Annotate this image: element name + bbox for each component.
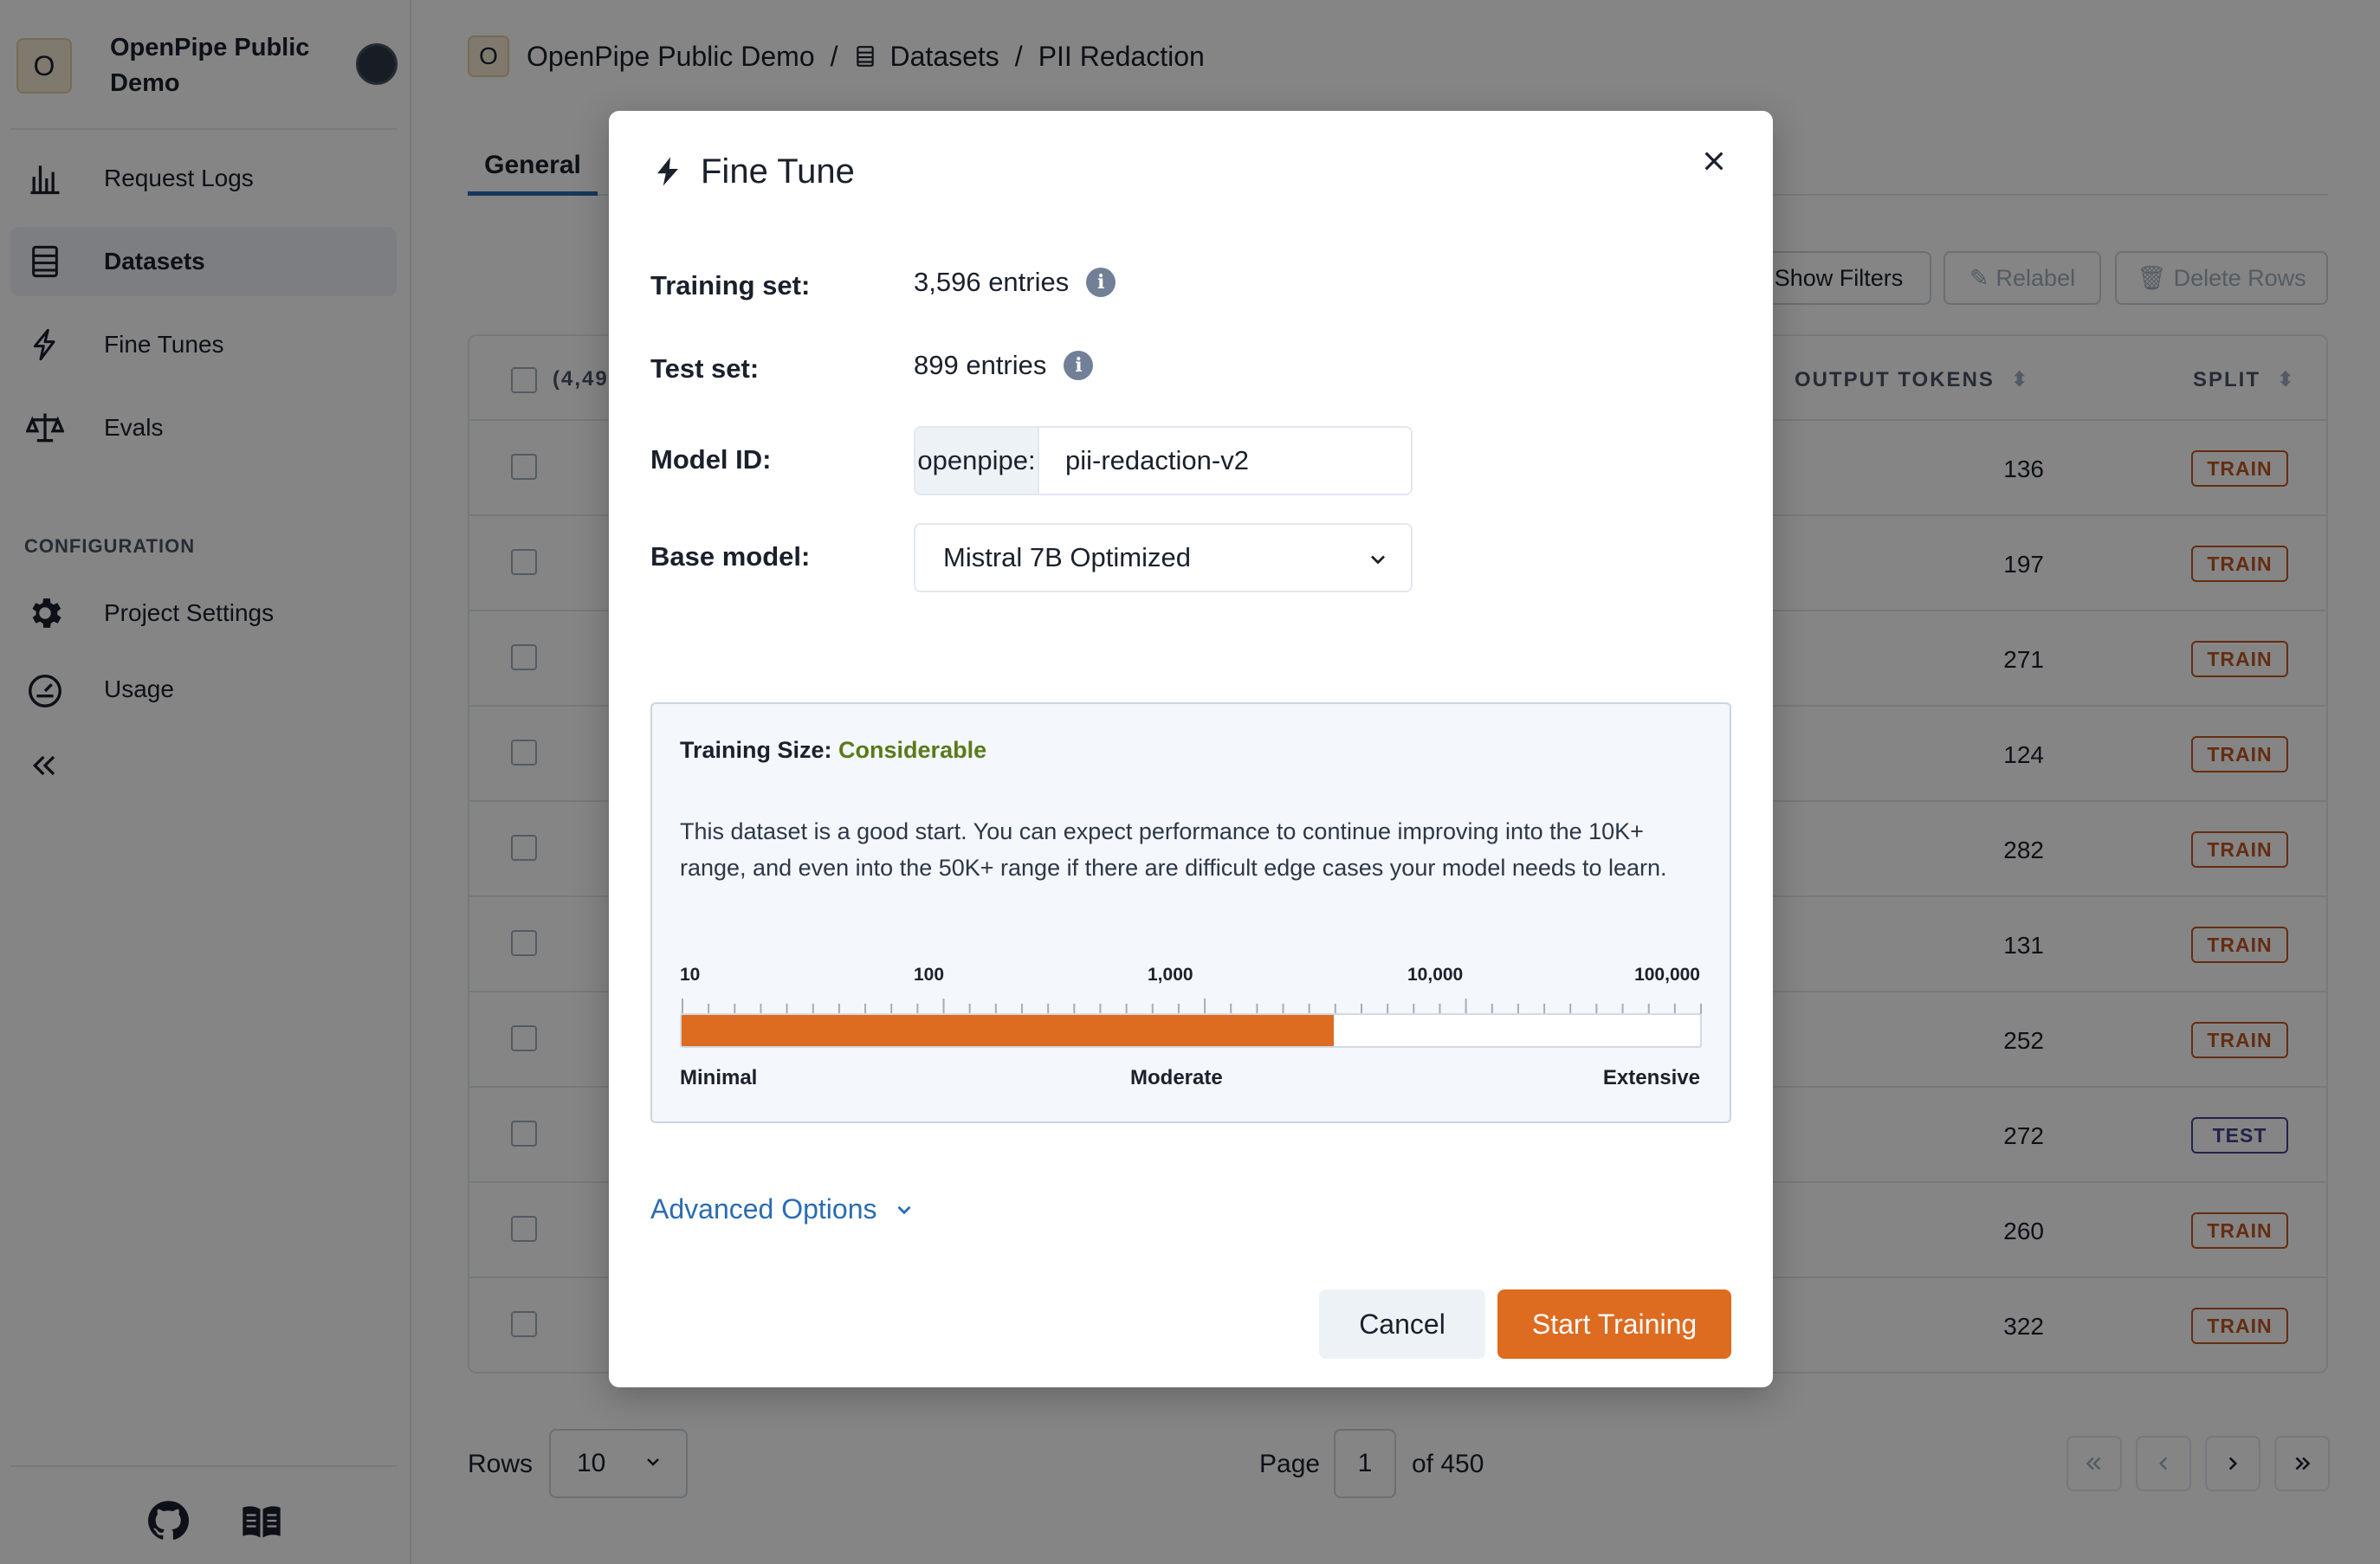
modal-title-text: Fine Tune [701, 152, 855, 191]
model-id-input[interactable] [1039, 428, 1411, 494]
test-set-value: 899 entries i [914, 350, 1094, 381]
scale-label: 10 [680, 965, 701, 985]
training-size-bar-fill [682, 1015, 1334, 1046]
advanced-options-toggle[interactable]: Advanced Options [650, 1193, 915, 1225]
model-id-label: Model ID: [650, 444, 772, 475]
cancel-button[interactable]: Cancel [1319, 1289, 1485, 1359]
training-size-bar [680, 1013, 1702, 1048]
close-icon[interactable] [1690, 137, 1738, 185]
test-set-label: Test set: [650, 353, 760, 384]
fine-tune-modal: Fine Tune Training set: 3,596 entries i … [609, 111, 1773, 1387]
lightning-icon [652, 154, 683, 189]
bar-label-minimal: Minimal [680, 1066, 758, 1089]
training-size-panel: Training Size: Considerable This dataset… [650, 702, 1731, 1123]
model-id-field: openpipe: [914, 426, 1413, 495]
training-set-count: 3,596 entries [914, 267, 1070, 297]
modal-title: Fine Tune [652, 145, 855, 197]
training-set-label: Training set: [650, 270, 811, 301]
bar-label-moderate: Moderate [1130, 1066, 1223, 1089]
chevron-down-icon [893, 1199, 915, 1221]
info-icon[interactable]: i [1086, 268, 1116, 297]
training-size-rating: Considerable [838, 737, 987, 763]
base-model-value: Mistral 7B Optimized [943, 542, 1191, 572]
base-model-label: Base model: [650, 541, 811, 572]
chevron-down-icon [1366, 547, 1390, 578]
training-size-label: Training Size: [680, 737, 832, 763]
scale-label: 10,000 [1407, 965, 1464, 985]
bar-label-extensive: Extensive [1602, 1066, 1700, 1089]
scale-label: 100 [914, 965, 945, 985]
start-training-button[interactable]: Start Training [1497, 1289, 1731, 1359]
scale-ticks [682, 999, 1702, 1014]
training-size-description: This dataset is a good start. You can ex… [680, 818, 1667, 881]
test-set-count: 899 entries [914, 350, 1047, 380]
scale-label: 1,000 [1148, 965, 1193, 985]
base-model-select[interactable]: Mistral 7B Optimized [914, 523, 1413, 592]
advanced-options-label: Advanced Options [650, 1193, 877, 1225]
training-size-heading: Training Size: Considerable [680, 737, 986, 764]
training-set-value: 3,596 entries i [914, 267, 1116, 298]
info-icon[interactable]: i [1064, 351, 1094, 380]
model-id-prefix: openpipe: [915, 428, 1039, 494]
scale-label: 100,000 [1634, 965, 1700, 985]
